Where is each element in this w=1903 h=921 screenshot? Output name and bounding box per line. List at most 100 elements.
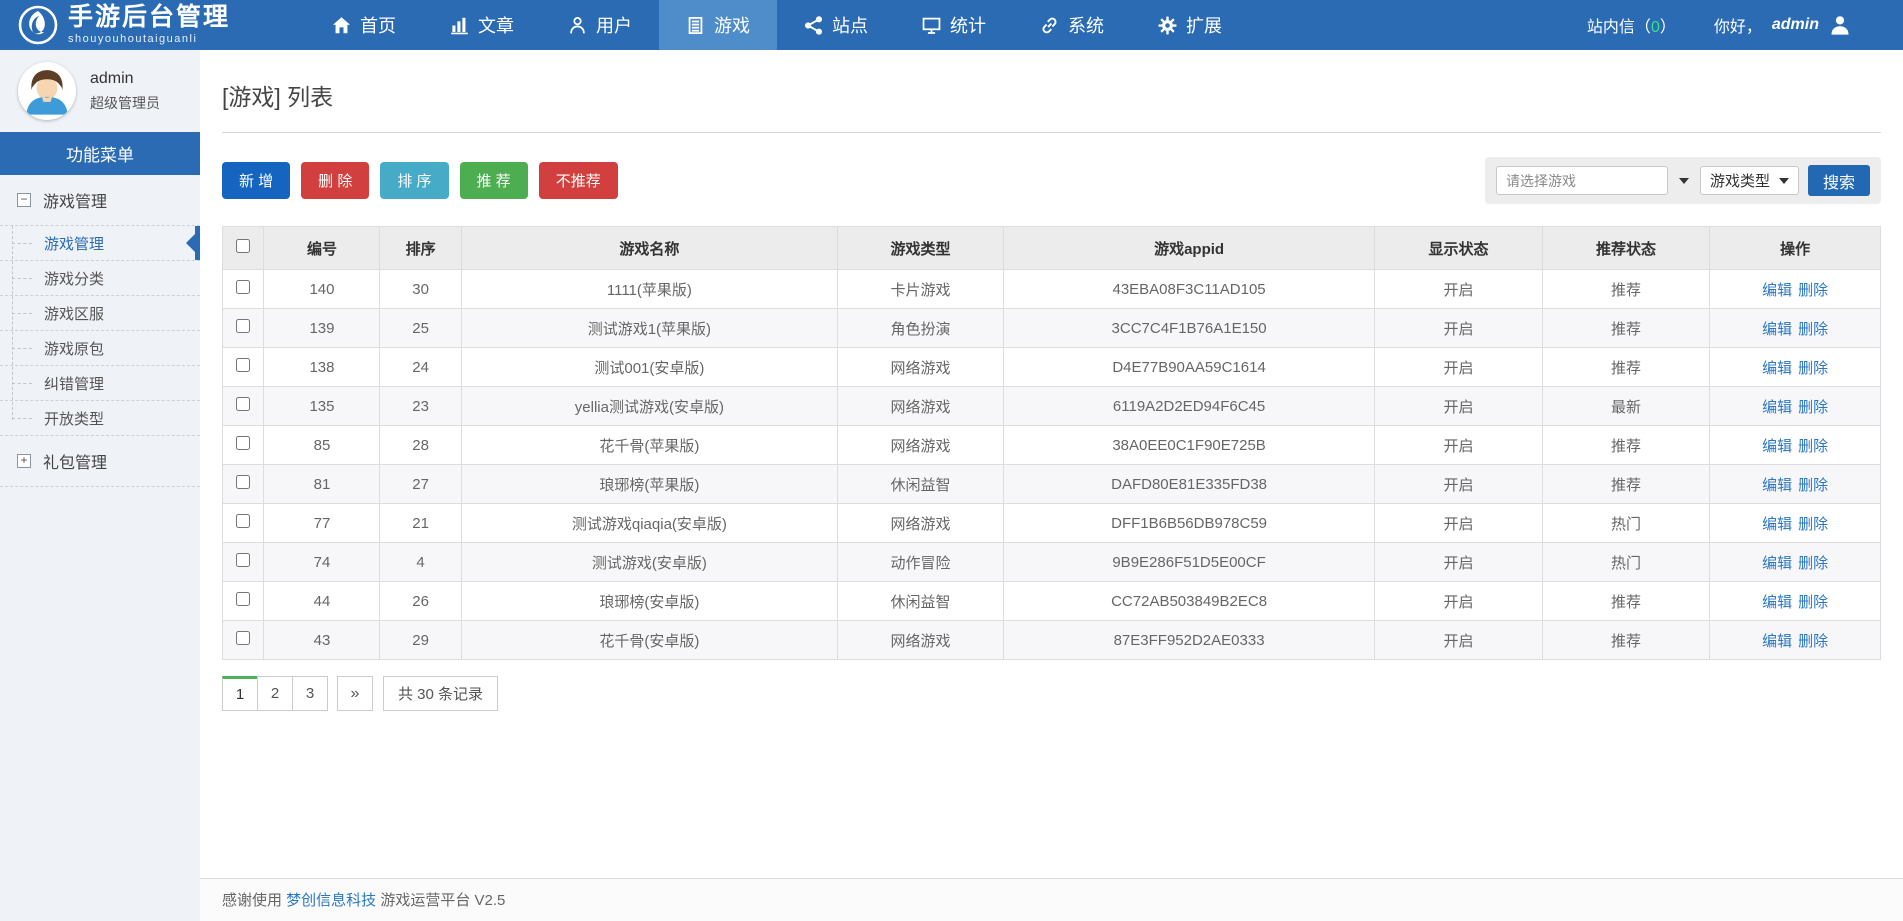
row-checkbox[interactable] <box>236 514 250 528</box>
user-greeting[interactable]: 你好，admin <box>1714 13 1851 37</box>
person-icon <box>1829 14 1851 36</box>
delete-link[interactable]: 删除 <box>1798 399 1828 416</box>
row-recommend-status: 推荐 <box>1542 465 1709 504</box>
edit-link[interactable]: 编辑 <box>1762 399 1792 416</box>
row-checkbox[interactable] <box>236 475 250 489</box>
edit-link[interactable]: 编辑 <box>1762 633 1792 650</box>
nav-item-system[interactable]: 系统 <box>1013 0 1131 50</box>
edit-link[interactable]: 编辑 <box>1762 360 1792 377</box>
row-checkbox[interactable] <box>236 397 250 411</box>
row-recommend-status: 推荐 <box>1542 270 1709 309</box>
row-recommend-status: 推荐 <box>1542 621 1709 660</box>
row-game-type: 网络游戏 <box>838 426 1004 465</box>
delete-link[interactable]: 删除 <box>1798 360 1828 377</box>
recommend-button[interactable]: 推 荐 <box>460 162 528 199</box>
delete-link[interactable]: 删除 <box>1798 321 1828 338</box>
select-all-cell <box>223 227 264 270</box>
add-button[interactable]: 新 增 <box>222 162 290 199</box>
edit-link[interactable]: 编辑 <box>1762 555 1792 572</box>
expand-icon[interactable]: + <box>17 454 31 468</box>
row-display-status: 开启 <box>1375 426 1542 465</box>
row-display-status: 开启 <box>1375 543 1542 582</box>
messages-link[interactable]: 站内信（0） <box>1587 13 1676 37</box>
sidebar-item-label: 纠错管理 <box>44 373 104 394</box>
row-checkbox[interactable] <box>236 358 250 372</box>
menu-group-label: 礼包管理 <box>43 449 107 473</box>
page-button-1[interactable]: 1 <box>222 676 258 711</box>
app-logo[interactable]: 手游后台管理 shouyouhoutaiguanli <box>0 0 250 50</box>
sidebar-item-open-type[interactable]: 开放类型 <box>0 401 200 436</box>
sort-button[interactable]: 排 序 <box>380 162 448 199</box>
nav-item-stats[interactable]: 统计 <box>895 0 1013 50</box>
nav-item-user[interactable]: 用户 <box>541 0 659 50</box>
edit-link[interactable]: 编辑 <box>1762 282 1792 299</box>
navbar-right: 站内信（0） 你好，admin <box>1587 0 1903 50</box>
row-appid: 43EBA08F3C11AD105 <box>1003 270 1374 309</box>
game-select-input[interactable] <box>1496 166 1668 195</box>
nav-item-site[interactable]: 站点 <box>777 0 895 50</box>
edit-link[interactable]: 编辑 <box>1762 516 1792 533</box>
chart-icon <box>450 16 469 35</box>
sidebar-item-game-category[interactable]: 游戏分类 <box>0 261 200 296</box>
menu-group-game-manage[interactable]: −游戏管理 <box>0 175 200 226</box>
page-button-3[interactable]: 3 <box>292 676 328 711</box>
sidebar-item-label: 游戏原包 <box>44 338 104 359</box>
edit-link[interactable]: 编辑 <box>1762 438 1792 455</box>
row-checkbox[interactable] <box>236 553 250 567</box>
sidebar-item-game-package[interactable]: 游戏原包 <box>0 331 200 366</box>
footer-company-link[interactable]: 梦创信息科技 <box>286 892 376 909</box>
row-game-name: 测试001(安卓版) <box>461 348 837 387</box>
row-appid: 87E3FF952D2AE0333 <box>1003 621 1374 660</box>
page-button-2[interactable]: 2 <box>257 676 293 711</box>
row-sort: 24 <box>380 348 461 387</box>
search-button[interactable]: 搜索 <box>1808 165 1870 196</box>
game-type-select[interactable]: 游戏类型 <box>1700 166 1799 195</box>
row-checkbox[interactable] <box>236 280 250 294</box>
delete-button[interactable]: 删 除 <box>301 162 369 199</box>
table-row: 13523yellia测试游戏(安卓版)网络游戏6119A2D2ED94F6C4… <box>223 387 1881 426</box>
game-select-caret-icon[interactable] <box>1679 178 1689 184</box>
column-header: 推荐状态 <box>1542 227 1709 270</box>
sidebar-user-role: 超级管理员 <box>90 93 160 113</box>
nav-item-game[interactable]: 游戏 <box>659 0 777 50</box>
nav-item-home[interactable]: 首页 <box>305 0 423 50</box>
row-checkbox[interactable] <box>236 319 250 333</box>
next-page-button[interactable]: » <box>337 676 373 711</box>
row-game-type: 网络游戏 <box>838 621 1004 660</box>
row-select-cell <box>223 621 264 660</box>
row-checkbox[interactable] <box>236 631 250 645</box>
sidebar-item-error-manage[interactable]: 纠错管理 <box>0 366 200 401</box>
edit-link[interactable]: 编辑 <box>1762 594 1792 611</box>
game-type-value: 游戏类型 <box>1710 170 1770 191</box>
body-row: admin 超级管理员 功能菜单 −游戏管理游戏管理游戏分类游戏区服游戏原包纠错… <box>0 50 1903 921</box>
sidebar-item-label: 开放类型 <box>44 408 104 429</box>
messages-label: 站内信（ <box>1587 19 1651 36</box>
delete-link[interactable]: 删除 <box>1798 516 1828 533</box>
row-game-name: 花千骨(苹果版) <box>461 426 837 465</box>
delete-link[interactable]: 删除 <box>1798 477 1828 494</box>
sidebar-item-game-server[interactable]: 游戏区服 <box>0 296 200 331</box>
table-row: 7721测试游戏qiaqia(安卓版)网络游戏DFF1B6B56DB978C59… <box>223 504 1881 543</box>
delete-link[interactable]: 删除 <box>1798 282 1828 299</box>
table-row: 8127琅琊榜(苹果版)休闲益智DAFD80E81E335FD38开启推荐编辑删… <box>223 465 1881 504</box>
select-all-checkbox[interactable] <box>236 239 250 253</box>
menu-group-gift-manage[interactable]: + 礼包管理 <box>0 436 200 487</box>
table-row: 4329花千骨(安卓版)网络游戏87E3FF952D2AE0333开启推荐编辑删… <box>223 621 1881 660</box>
delete-link[interactable]: 删除 <box>1798 633 1828 650</box>
row-game-name: 测试游戏(安卓版) <box>461 543 837 582</box>
edit-link[interactable]: 编辑 <box>1762 321 1792 338</box>
row-checkbox[interactable] <box>236 436 250 450</box>
action-buttons: 新 增删 除排 序推 荐不推荐 <box>222 162 618 199</box>
nav-item-extension[interactable]: 扩展 <box>1131 0 1249 50</box>
edit-link[interactable]: 编辑 <box>1762 477 1792 494</box>
sidebar-item-game-manage[interactable]: 游戏管理 <box>0 226 200 261</box>
delete-link[interactable]: 删除 <box>1798 438 1828 455</box>
nav-item-article[interactable]: 文章 <box>423 0 541 50</box>
page: 手游后台管理 shouyouhoutaiguanli 首页文章用户游戏站点统计系… <box>0 0 1903 921</box>
row-checkbox[interactable] <box>236 592 250 606</box>
delete-link[interactable]: 删除 <box>1798 594 1828 611</box>
collapse-icon[interactable]: − <box>17 193 31 207</box>
row-sort: 21 <box>380 504 461 543</box>
not-recommend-button[interactable]: 不推荐 <box>539 162 618 199</box>
delete-link[interactable]: 删除 <box>1798 555 1828 572</box>
